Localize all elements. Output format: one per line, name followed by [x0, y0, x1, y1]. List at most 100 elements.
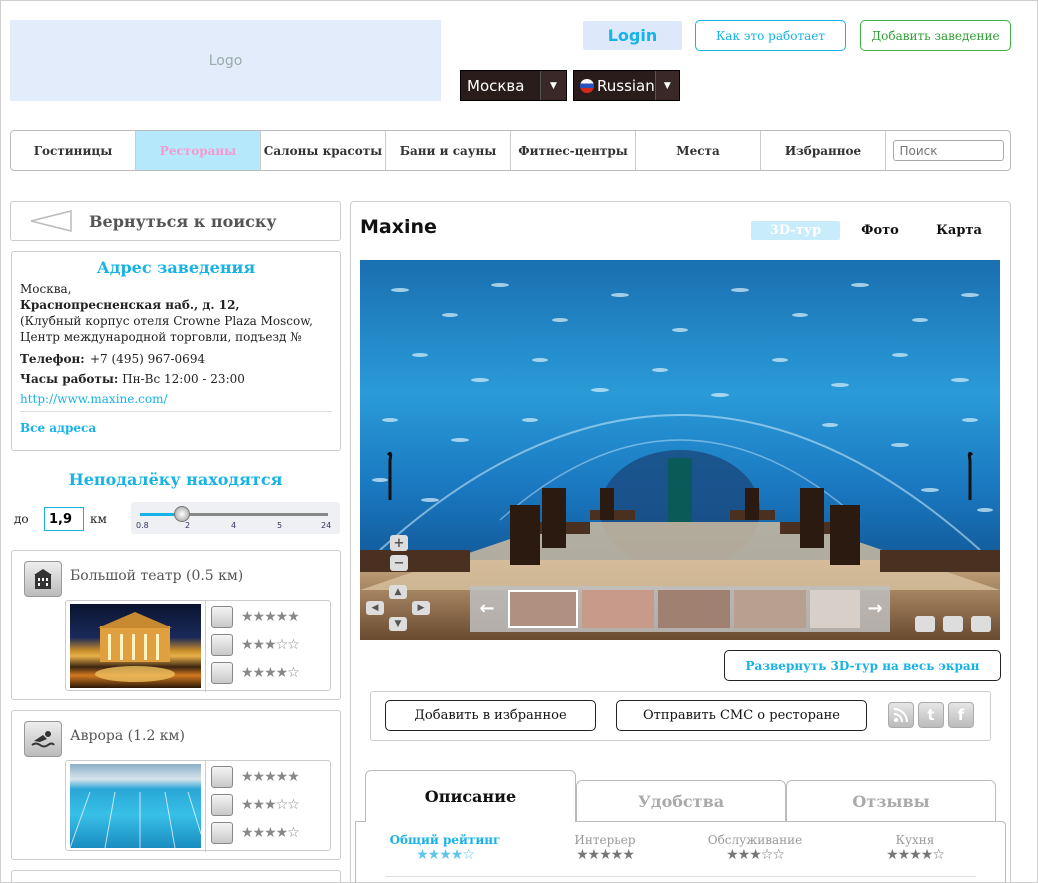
tab-amenities[interactable]: Удобства [576, 780, 786, 822]
nearby-place-name[interactable]: Большой театр (0.5 км) [70, 568, 243, 584]
nav-item-hotels[interactable]: Гостиницы [11, 131, 136, 170]
back-label: Вернуться к поиску [89, 211, 277, 231]
back-arrow-icon [30, 210, 72, 232]
pan-down-icon[interactable]: ▼ [389, 617, 407, 631]
people-icon [211, 634, 233, 656]
tab-3d-tour[interactable]: 3D-тур [751, 221, 840, 240]
zoom-out-icon[interactable]: − [390, 555, 408, 571]
slider-tick: 0.8 [136, 521, 149, 530]
nearby-place-card[interactable]: Большой театр (0.5 км) ★★★★★ ★★★☆☆ ★★★★☆ [11, 550, 341, 700]
chevron-down-icon: ▼ [654, 71, 679, 100]
back-to-search-button[interactable]: Вернуться к поиску [10, 201, 341, 241]
zoom-in-icon[interactable]: + [390, 535, 408, 551]
city-select[interactable]: Москва ▼ [460, 70, 567, 101]
send-sms-button[interactable]: Отправить СМС о ресторане [616, 700, 867, 731]
all-addresses-link[interactable]: Все адреса [20, 421, 96, 435]
rating-stars: ★★★★★ [576, 847, 635, 863]
rating-stars: ★★★★☆ [241, 825, 300, 841]
twitter-icon[interactable]: t [918, 702, 944, 728]
cutlery-icon [211, 822, 233, 844]
building-icon [24, 561, 62, 597]
cutlery-icon [211, 662, 233, 684]
rating-cuisine: Кухня ★★★★☆ [855, 833, 975, 863]
address-city: Москва, [20, 282, 72, 296]
how-it-works-button[interactable]: Как это работает [695, 20, 846, 51]
rating-stars: ★★★★☆ [886, 847, 945, 863]
rating-label: Интерьер [574, 833, 636, 847]
tab-map[interactable]: Карта [929, 221, 989, 240]
rating-overall: Общий рейтинг ★★★★☆ [385, 833, 505, 863]
pan-left-icon[interactable]: ◀ [366, 601, 384, 615]
filmstrip-prev-icon[interactable]: ← [474, 598, 500, 619]
nearby-place-card[interactable]: Аврора (1.2 км) ★★★★★ ★★★☆☆ ★★★★☆ [11, 710, 341, 860]
add-to-favorites-button[interactable]: Добавить в избранное [385, 700, 596, 731]
nav-item-places[interactable]: Места [636, 131, 761, 170]
language-select-label: Russian [597, 76, 655, 95]
tab-description[interactable]: Описание [365, 770, 576, 822]
category-nav: Гостиницы Рестораны Салоны красоты Бани … [10, 130, 1011, 171]
tab-reviews[interactable]: Отзывы [786, 780, 996, 822]
address-details: (Клубный корпус отеля Crowne Plaza Mosco… [20, 314, 313, 344]
rating-stars: ★★★★☆ [416, 847, 475, 863]
nav-item-saunas[interactable]: Бани и сауны [386, 131, 511, 170]
rating-service: Обслуживание ★★★☆☆ [695, 833, 815, 863]
panorama-viewer[interactable]: + − ▲ ◀ ▶ ▼ ← → [360, 260, 1000, 640]
scene-thumbnail[interactable] [508, 590, 578, 628]
nearby-place-name[interactable]: Аврора (1.2 км) [70, 728, 185, 744]
fullscreen-icon[interactable] [943, 616, 963, 632]
rss-icon[interactable] [888, 702, 914, 728]
help-icon[interactable] [971, 616, 991, 632]
display-icon[interactable] [915, 616, 935, 632]
nav-item-favorites[interactable]: Избранное [761, 131, 886, 170]
scene-thumbnail[interactable] [582, 590, 654, 628]
tab-photo[interactable]: Фото [850, 221, 910, 240]
slider-tick: 2 [185, 521, 191, 530]
distance-input[interactable] [44, 507, 84, 531]
nearby-place-card[interactable] [11, 870, 341, 883]
website-link[interactable]: http://www.maxine.com/ [20, 392, 168, 406]
address-panel: Адрес заведения Москва, Краснопресненска… [11, 251, 341, 451]
distance-unit: км [90, 512, 107, 526]
language-select[interactable]: Russian ▼ [573, 70, 680, 101]
add-place-button[interactable]: Добавить заведение [860, 20, 1011, 51]
place-photo [69, 764, 202, 849]
building-icon [211, 766, 233, 788]
rating-interior: Интерьер ★★★★★ [545, 833, 665, 863]
rating-label: Общий рейтинг [389, 833, 501, 847]
rating-stars: ★★★☆☆ [241, 637, 300, 653]
pan-right-icon[interactable]: ▶ [412, 601, 430, 615]
address-title: Адрес заведения [96, 258, 256, 277]
login-button[interactable]: Login [583, 21, 682, 50]
slider-handle[interactable] [174, 506, 190, 522]
slider-tick: 5 [277, 521, 283, 530]
distance-prefix: до [14, 512, 29, 526]
pan-up-icon[interactable]: ▲ [389, 585, 407, 599]
nav-item-beauty-salons[interactable]: Салоны красоты [261, 131, 386, 170]
facebook-icon[interactable]: f [948, 702, 974, 728]
city-select-label: Москва [467, 76, 525, 95]
phone-value: +7 (495) 967-0694 [90, 352, 206, 366]
distance-slider[interactable]: 0.8 2 4 5 24 [131, 502, 340, 534]
rating-label: Кухня [895, 833, 935, 847]
logo[interactable]: Logo [10, 20, 441, 101]
rating-stars: ★★★★★ [241, 769, 300, 785]
phone-label: Телефон: [20, 352, 85, 366]
search-input[interactable] [892, 140, 1004, 161]
scene-thumbnail[interactable] [734, 590, 806, 628]
rating-stars: ★★★☆☆ [241, 797, 300, 813]
scene-thumbnail[interactable] [658, 590, 730, 628]
filmstrip-next-icon[interactable]: → [862, 598, 888, 619]
russia-flag-icon [580, 78, 594, 93]
chevron-down-icon: ▼ [540, 71, 566, 100]
expand-3d-tour-button[interactable]: Развернуть 3D-тур на весь экран [724, 650, 1001, 681]
scene-thumbnail[interactable] [810, 590, 860, 628]
venue-title: Maxine [360, 216, 437, 238]
nav-item-fitness[interactable]: Фитнес-центры [511, 131, 636, 170]
hours-label: Часы работы: [20, 372, 119, 386]
swimmer-icon [24, 721, 62, 757]
nav-item-restaurants[interactable]: Рестораны [136, 131, 261, 170]
hours-value: Пн-Вс 12:00 - 23:00 [122, 372, 245, 386]
people-icon [211, 794, 233, 816]
address-street: Краснопресненская наб., д. 12, [20, 298, 240, 312]
slider-tick: 4 [231, 521, 237, 530]
